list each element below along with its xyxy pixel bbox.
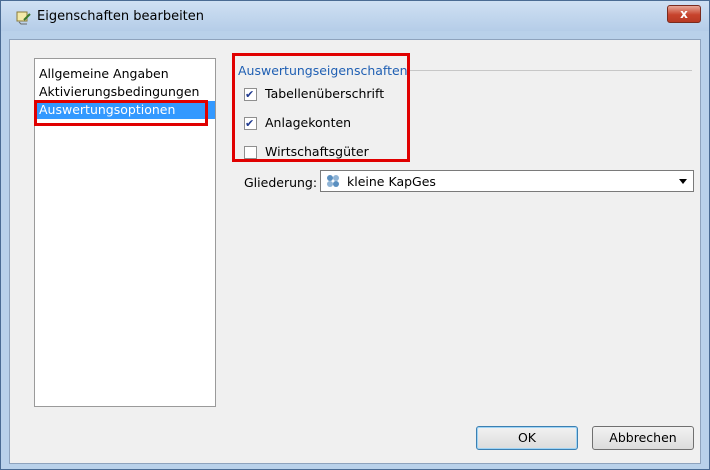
highlight-nav-selection xyxy=(34,100,208,126)
puzzle-icon xyxy=(325,173,341,189)
cancel-button[interactable]: Abbrechen xyxy=(592,426,694,450)
nav-item-aktivierungsbedingungen[interactable]: Aktivierungsbedingungen xyxy=(35,83,215,101)
nav-item-allgemeine-angaben[interactable]: Allgemeine Angaben xyxy=(35,65,215,83)
close-icon: x xyxy=(680,7,688,21)
app-icon xyxy=(15,9,31,25)
gliederung-select[interactable]: kleine KapGes xyxy=(320,170,694,192)
chevron-down-icon[interactable] xyxy=(679,179,687,184)
gliederung-label: Gliederung: xyxy=(244,175,318,190)
highlight-properties-group xyxy=(232,53,410,162)
dialog-content: Allgemeine Angaben Aktivierungsbedingung… xyxy=(9,39,701,464)
window-title: Eigenschaften bearbeiten xyxy=(37,9,205,24)
dialog-window: Eigenschaften bearbeiten x Allgemeine An… xyxy=(0,0,710,470)
close-button[interactable]: x xyxy=(667,5,701,23)
gliederung-value: kleine KapGes xyxy=(347,174,436,189)
group-divider xyxy=(408,70,692,71)
ok-button[interactable]: OK xyxy=(476,426,578,450)
title-bar[interactable]: Eigenschaften bearbeiten x xyxy=(1,1,709,31)
